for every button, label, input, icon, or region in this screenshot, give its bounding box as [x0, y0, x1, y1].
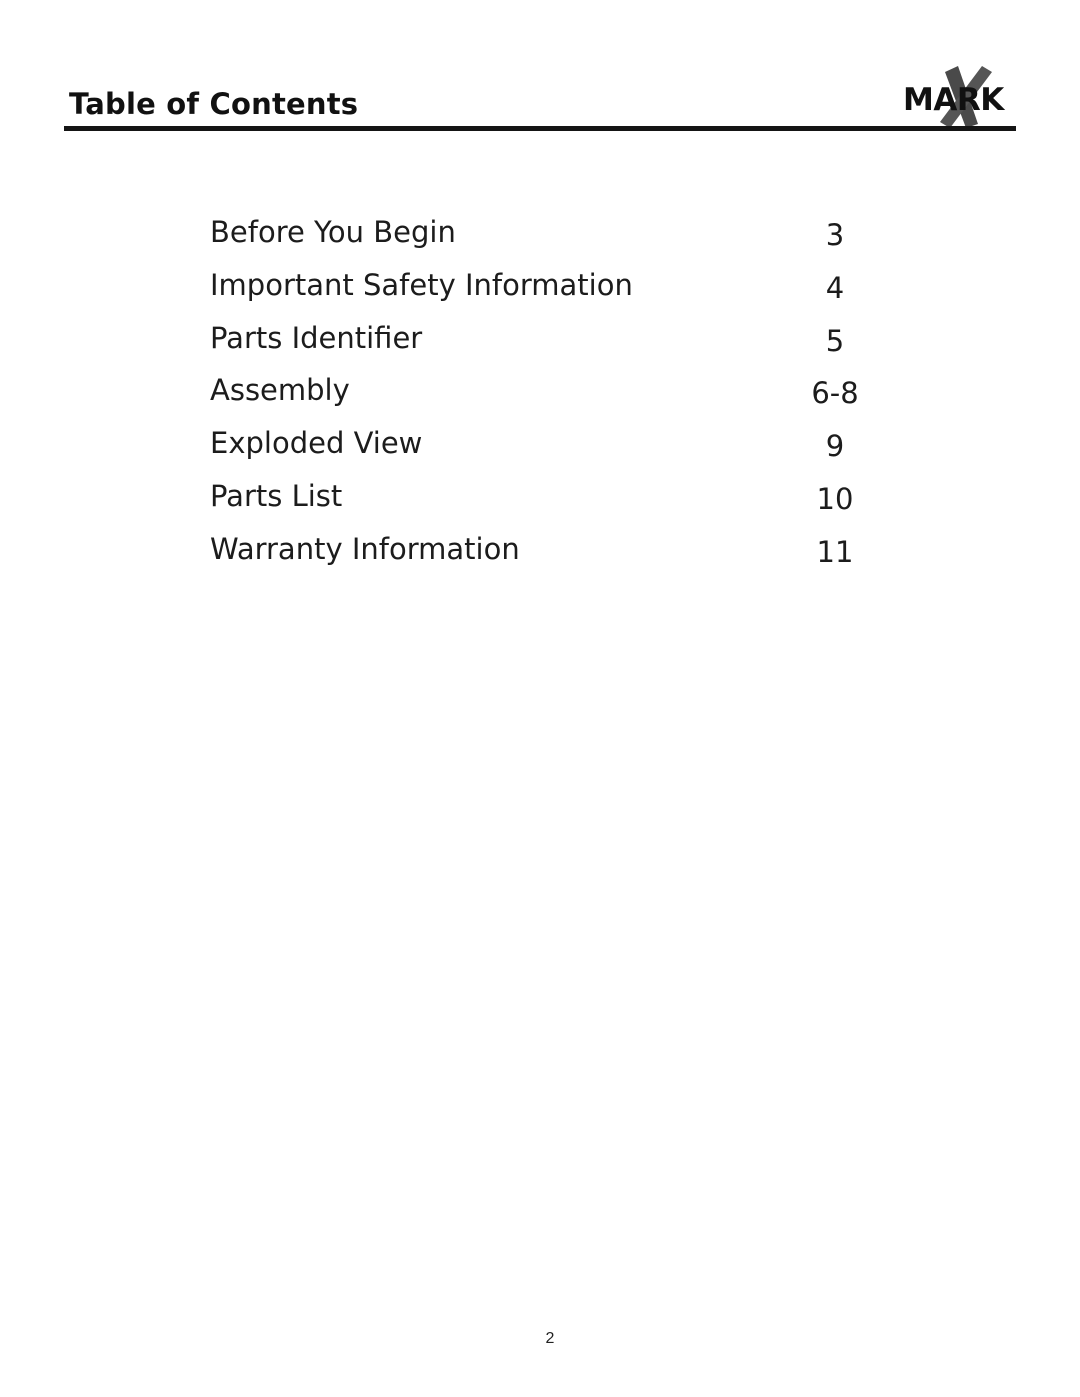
toc-entry-before-you-begin[interactable]: Before You Begin 3: [210, 206, 870, 259]
toc-entry-title[interactable]: Parts List: [210, 476, 342, 516]
header-divider: [64, 126, 1016, 131]
toc-entry-parts-list[interactable]: Parts List 10: [210, 470, 870, 523]
toc-entry-warranty-information[interactable]: Warranty Information 11: [210, 523, 870, 576]
logo-text: MARK: [903, 82, 1005, 118]
toc-entry-title[interactable]: Parts Identifier: [210, 318, 422, 358]
toc-entry-title[interactable]: Before You Begin: [210, 212, 456, 252]
toc-entry-title[interactable]: Exploded View: [210, 423, 422, 463]
toc-entry-parts-identifier[interactable]: Parts Identifier 5: [210, 312, 870, 365]
page-title: Table of Contents: [69, 87, 359, 121]
xmark-logo: MARK: [900, 62, 1020, 130]
table-of-contents: Before You Begin 3 Important Safety Info…: [210, 206, 870, 576]
toc-entry-assembly[interactable]: Assembly 6-8: [210, 364, 870, 417]
page-number: 2: [545, 1330, 555, 1347]
toc-entry-title[interactable]: Important Safety Information: [210, 265, 633, 305]
toc-entry-page: 9: [825, 429, 845, 464]
toc-entry-page: 5: [825, 323, 845, 358]
toc-entry-exploded-view[interactable]: Exploded View 9: [210, 417, 870, 470]
toc-entry-page: 4: [825, 270, 845, 305]
toc-entry-important-safety-information[interactable]: Important Safety Information 4: [210, 259, 870, 312]
toc-entry-title[interactable]: Warranty Information: [210, 529, 520, 569]
toc-entry-page: 3: [825, 218, 845, 252]
xmark-logo-icon: MARK: [903, 66, 1006, 128]
toc-entry-page: 10: [816, 481, 854, 516]
toc-entry-page: 11: [816, 534, 854, 569]
toc-entry-title[interactable]: Assembly: [210, 370, 350, 410]
toc-entry-page: 6-8: [811, 376, 859, 411]
